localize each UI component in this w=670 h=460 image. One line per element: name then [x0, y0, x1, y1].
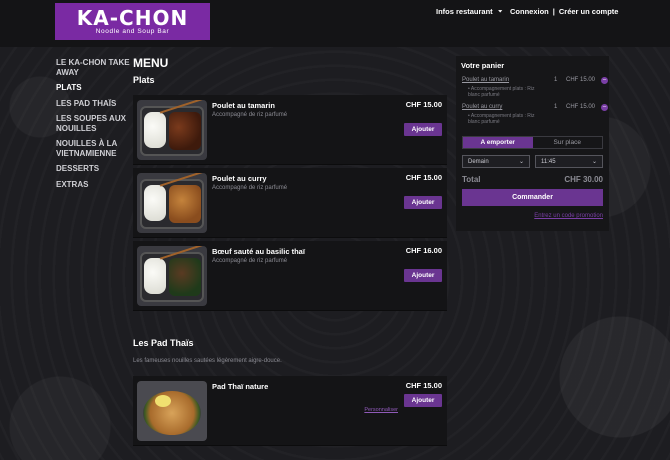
cart-item-price: CHF 15.00 [566, 104, 596, 110]
cart-item-extra: • Accompagnement plats : Riz blanc parfu… [468, 86, 535, 98]
time-select-value: 11:45 [541, 158, 556, 165]
product-image [137, 381, 207, 441]
product-price: CHF 16.00 [405, 246, 442, 255]
total-label: Total [462, 175, 481, 184]
chevron-down-icon: ⌄ [518, 159, 524, 165]
page-title: MENU [133, 56, 169, 70]
day-select-value: Demain [468, 158, 489, 165]
total-value: CHF 30.00 [564, 175, 603, 184]
chevron-down-icon: ▼ [496, 9, 504, 14]
account-nav: Connexion | Créer un compte [510, 7, 618, 16]
menu-main: MENU Plats [133, 56, 447, 85]
takeaway-button[interactable]: A emporter [463, 137, 533, 148]
login-link[interactable]: Connexion [510, 7, 549, 16]
product-description: Accompagné de riz parfumé [212, 185, 288, 191]
sidebar-item-pad-thais[interactable]: Les Pad Thaïs [56, 99, 132, 109]
product-image [137, 246, 207, 306]
cart-title: Votre panier [461, 61, 505, 70]
cart-item-qty: 1 [554, 104, 558, 110]
restaurant-info-menu[interactable]: Infos restaurant ▼ [436, 7, 504, 16]
logo[interactable]: KA-CHON Noodle and Soup Bar [55, 3, 210, 40]
remove-item-icon[interactable]: – [601, 77, 608, 84]
remove-item-icon[interactable]: – [601, 104, 608, 111]
order-button[interactable]: Commander [462, 189, 603, 206]
restaurant-info-label: Infos restaurant [436, 7, 493, 16]
chevron-down-icon: ⌄ [591, 159, 597, 165]
product-card: Poulet au curry Accompagné de riz parfum… [133, 168, 447, 238]
add-button[interactable]: Ajouter [404, 123, 442, 136]
add-button[interactable]: Ajouter [404, 196, 442, 209]
day-select[interactable]: Demain ⌄ [462, 155, 530, 168]
customize-link[interactable]: Personnaliser [364, 407, 398, 413]
product-card: Bœuf sauté au basilic thaï Accompagné de… [133, 241, 447, 311]
add-button[interactable]: Ajouter [404, 269, 442, 282]
cart-item-price: CHF 15.00 [566, 77, 596, 83]
nav-separator: | [552, 7, 555, 16]
logo-subtitle: Noodle and Soup Bar [95, 27, 170, 35]
cart-item-qty: 1 [554, 77, 558, 83]
section-title-pad-thais: Les Pad Thaïs [133, 338, 194, 348]
register-link[interactable]: Créer un compte [559, 7, 619, 16]
sidebar-item-desserts[interactable]: Desserts [56, 164, 132, 174]
sidebar-item-plats[interactable]: Plats [56, 83, 132, 93]
add-button[interactable]: Ajouter [404, 394, 442, 407]
product-image [137, 100, 207, 160]
cart-item: Poulet au tamarin 1 CHF 15.00 – • Accomp… [462, 77, 608, 98]
sidebar-item-nouilles[interactable]: Nouilles à la vietnamienne [56, 139, 132, 158]
product-price: CHF 15.00 [405, 173, 442, 182]
product-name: Poulet au tamarin [212, 101, 275, 110]
product-name: Poulet au curry [212, 174, 267, 183]
onsite-button[interactable]: Sur place [533, 137, 603, 148]
sidebar-item-soupes[interactable]: Les soupes aux nouilles [56, 114, 132, 133]
promo-code-link[interactable]: Entrez un code promotion [534, 213, 603, 219]
time-select[interactable]: 11:45 ⌄ [535, 155, 603, 168]
product-price: CHF 15.00 [405, 381, 442, 390]
category-sidebar: Le Ka-chon take away Plats Les Pad Thaïs… [56, 58, 132, 195]
sidebar-item-take-away[interactable]: Le Ka-chon take away [56, 58, 132, 77]
logo-title: KA-CHON [76, 5, 189, 30]
cart-item: Poulet au curry 1 CHF 15.00 – • Accompag… [462, 104, 608, 125]
product-image [137, 173, 207, 233]
order-mode-toggle: A emporter Sur place [462, 136, 603, 149]
product-description: Accompagné de riz parfumé [212, 112, 288, 118]
site-header: KA-CHON Noodle and Soup Bar Infos restau… [0, 0, 670, 47]
sidebar-item-extras[interactable]: Extras [56, 180, 132, 190]
section-subtitle-pad-thais: Les fameuses nouilles sautées légèrement… [133, 358, 282, 364]
product-name: Pad Thaï nature [212, 382, 269, 391]
cart-item-extra: • Accompagnement plats : Riz blanc parfu… [468, 113, 535, 125]
product-price: CHF 15.00 [405, 100, 442, 109]
product-name: Bœuf sauté au basilic thaï [212, 247, 305, 256]
product-card: Poulet au tamarin Accompagné de riz parf… [133, 95, 447, 165]
section-title-plats: Plats [133, 75, 155, 85]
product-card: Pad Thaï nature CHF 15.00 Personnaliser … [133, 376, 447, 446]
cart-panel: Votre panier Poulet au tamarin 1 CHF 15.… [456, 56, 609, 231]
product-description: Accompagné de riz parfumé [212, 258, 288, 264]
